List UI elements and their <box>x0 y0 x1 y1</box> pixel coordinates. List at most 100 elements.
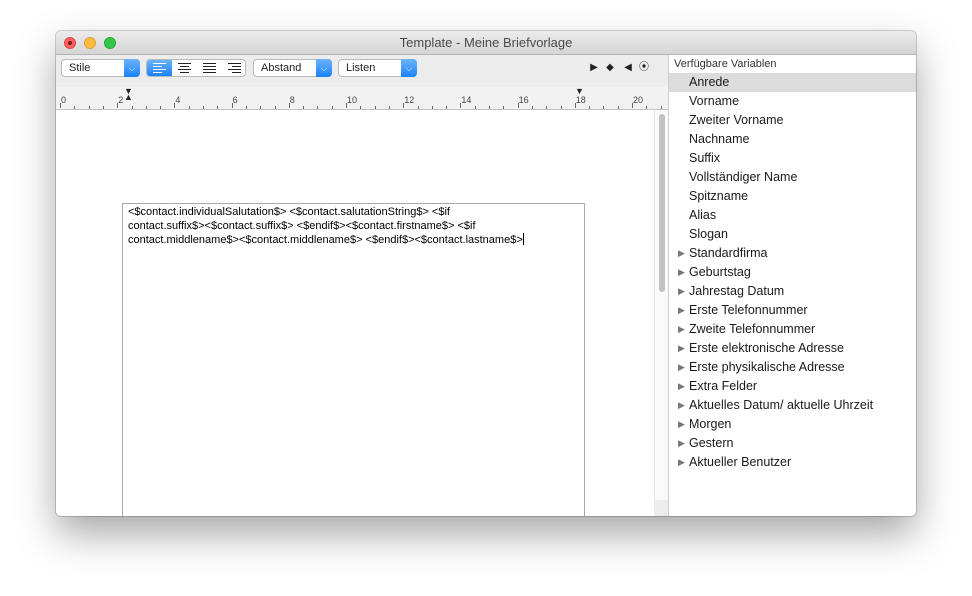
list-item-label: Suffix <box>689 151 721 165</box>
right-triangle-icon[interactable]: ▶ <box>587 61 601 75</box>
styles-popup-label: Stile <box>69 62 91 74</box>
list-item[interactable]: Vorname <box>669 92 916 111</box>
list-item[interactable]: ▶ Erste elektronische Adresse <box>669 339 916 358</box>
list-item-label: Anrede <box>689 75 730 89</box>
lists-popup-label: Listen <box>346 62 376 74</box>
ruler-tick <box>374 106 376 109</box>
ruler-tick <box>388 106 390 109</box>
list-item-label: Geburtstag <box>689 265 751 279</box>
disclosure-triangle-icon[interactable]: ▶ <box>678 415 685 434</box>
list-item[interactable]: ▶ Aktueller Benutzer <box>669 453 916 472</box>
ruler-tick <box>274 106 276 109</box>
title-bar[interactable]: Template - Meine Briefvorlage <box>56 31 916 55</box>
list-item[interactable]: Anrede <box>669 73 916 92</box>
scrollbar-thumb[interactable] <box>659 114 665 292</box>
ruler-tick <box>646 106 648 109</box>
list-item[interactable]: Zweiter Vorname <box>669 111 916 130</box>
disclosure-triangle-icon[interactable]: ▶ <box>678 244 685 263</box>
ruler-tick <box>303 106 305 109</box>
ruler-tick <box>603 106 605 109</box>
ruler-tick <box>331 106 333 109</box>
list-item-label: Standardfirma <box>689 246 768 260</box>
ruler-tick <box>88 106 90 109</box>
list-item[interactable]: Nachname <box>669 130 916 149</box>
list-item[interactable]: ▶ Morgen <box>669 415 916 434</box>
list-item-label: Slogan <box>689 227 728 241</box>
ruler-tick <box>131 106 133 109</box>
ruler-tick <box>360 106 362 109</box>
disclosure-triangle-icon[interactable]: ▶ <box>678 453 685 472</box>
list-item[interactable]: ▶ Gestern <box>669 434 916 453</box>
document-area[interactable]: <$contact.individualSalutation$> <$conta… <box>56 110 654 516</box>
diamond-icon[interactable]: ◆ <box>603 61 617 75</box>
ruler-tick <box>145 106 147 109</box>
list-item[interactable]: ▶ Extra Felder <box>669 377 916 396</box>
ruler-tick <box>117 103 119 108</box>
ruler-tick <box>188 106 190 109</box>
list-item[interactable]: ▶ Jahrestag Datum <box>669 282 916 301</box>
ruler-tick <box>503 106 505 109</box>
disclosure-triangle-icon[interactable]: ▶ <box>678 396 685 415</box>
list-item[interactable]: ▶ Standardfirma <box>669 244 916 263</box>
first-line-indent-icon[interactable]: ▲ <box>124 92 133 102</box>
ruler-label: 0 <box>61 95 67 105</box>
list-item[interactable]: ▶ Erste physikalische Adresse <box>669 358 916 377</box>
alignment-segmented-control <box>146 59 246 77</box>
list-item[interactable]: ▶ Zweite Telefonnummer <box>669 320 916 339</box>
disclosure-triangle-icon[interactable]: ▶ <box>678 263 685 282</box>
ruler-tick <box>102 106 104 109</box>
ruler-tick <box>417 106 419 109</box>
ruler-tick <box>174 103 176 108</box>
disclosure-triangle-icon[interactable]: ▶ <box>678 434 685 453</box>
list-item-label: Gestern <box>689 436 734 450</box>
list-item-label: Aktueller Benutzer <box>689 455 792 469</box>
lists-popup[interactable]: Listen ⌵ <box>338 59 417 77</box>
list-item[interactable]: Slogan <box>669 225 916 244</box>
spacing-popup-label: Abstand <box>261 62 302 74</box>
ruler-tick <box>231 103 233 108</box>
template-text[interactable]: <$contact.individualSalutation$> <$conta… <box>128 205 568 247</box>
disclosure-triangle-icon[interactable]: ▶ <box>678 301 685 320</box>
vertical-scrollbar[interactable] <box>654 110 669 500</box>
list-item-label: Aktuelles Datum/ aktuelle Uhrzeit <box>689 398 874 412</box>
list-item-label: Alias <box>689 208 717 222</box>
list-item-label: Jahrestag Datum <box>689 284 785 298</box>
list-item[interactable]: ▶ Erste Telefonnummer <box>669 301 916 320</box>
align-left-button[interactable] <box>147 60 172 76</box>
styles-popup[interactable]: Stile ⌵ <box>61 59 140 77</box>
chevron-down-icon: ⌵ <box>316 59 332 77</box>
disclosure-triangle-icon[interactable]: ▶ <box>678 358 685 377</box>
list-item-label: Erste physikalische Adresse <box>689 360 845 374</box>
list-item[interactable]: ▶ Aktuelles Datum/ aktuelle Uhrzeit <box>669 396 916 415</box>
text-caret <box>522 233 524 245</box>
ruler-tick <box>260 106 262 109</box>
align-right-button[interactable] <box>222 60 245 76</box>
align-justify-button[interactable] <box>197 60 222 76</box>
text-box[interactable]: <$contact.individualSalutation$> <$conta… <box>122 203 585 516</box>
list-item-label: Spitzname <box>689 189 749 203</box>
disclosure-triangle-icon[interactable]: ▶ <box>678 320 685 339</box>
list-item[interactable]: Suffix <box>669 149 916 168</box>
ruler-tick <box>517 103 519 108</box>
disclosure-triangle-icon[interactable]: ▶ <box>678 282 685 301</box>
decimal-tab-icon[interactable]: ⦿ <box>637 61 651 75</box>
list-item-label: Nachname <box>689 132 750 146</box>
list-item[interactable]: Vollständiger Name <box>669 168 916 187</box>
spacing-popup[interactable]: Abstand ⌵ <box>253 59 332 77</box>
list-item[interactable]: ▶ Geburtstag <box>669 263 916 282</box>
ruler-tick <box>317 106 319 109</box>
ruler-tick <box>617 106 619 109</box>
list-item[interactable]: Spitzname <box>669 187 916 206</box>
list-item-label: Erste elektronische Adresse <box>689 341 844 355</box>
ruler-tick <box>217 106 219 109</box>
align-center-button[interactable] <box>172 60 197 76</box>
chevron-down-icon: ⌵ <box>401 59 417 77</box>
list-item[interactable]: Alias <box>669 206 916 225</box>
disclosure-triangle-icon[interactable]: ▶ <box>678 339 685 358</box>
disclosure-triangle-icon[interactable]: ▶ <box>678 377 685 396</box>
list-item-label: Zweiter Vorname <box>689 113 784 127</box>
ruler-tick <box>660 106 662 109</box>
left-triangle-icon[interactable]: ◀ <box>621 61 635 75</box>
ruler-tick <box>74 106 76 109</box>
ruler[interactable]: ▼ ▲ ▼ 0 2 4 6 8 10 12 14 16 18 20 <box>56 86 668 110</box>
